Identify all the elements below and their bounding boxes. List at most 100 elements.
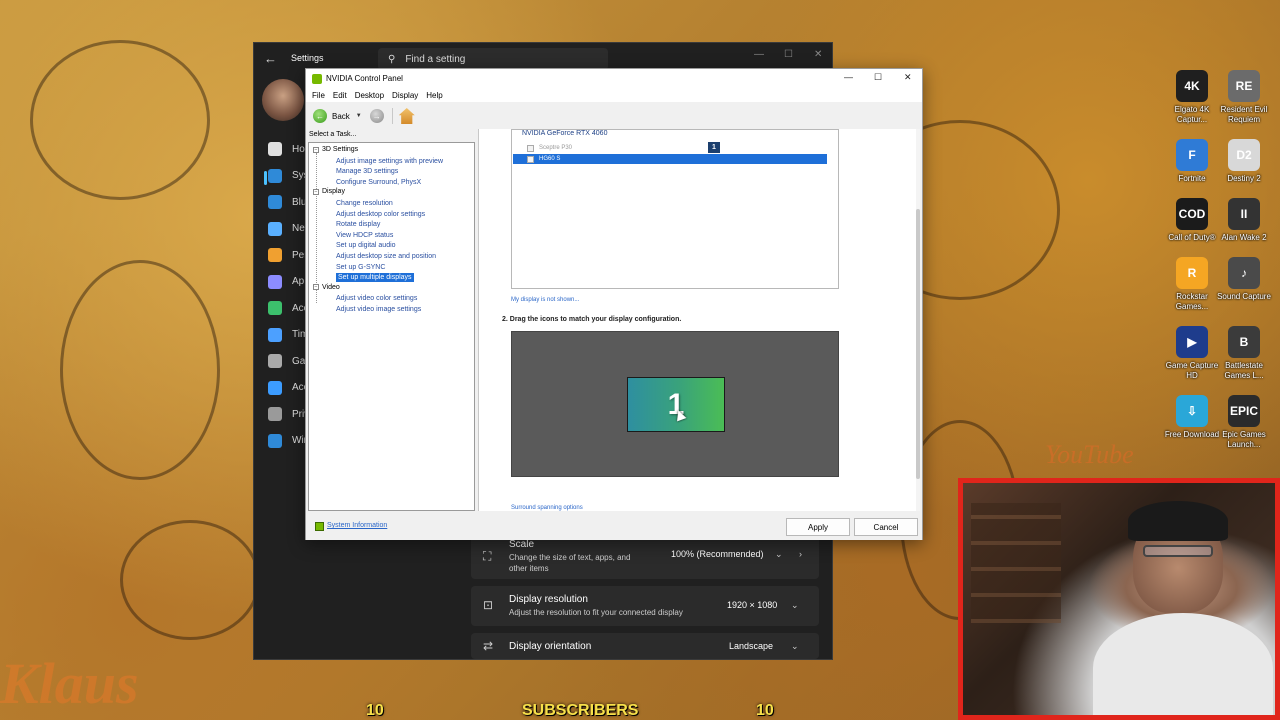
chevron-right-icon[interactable]: › [799,549,802,559]
desktop-icon-label: Free Download [1164,430,1220,439]
nav-icon [268,142,282,156]
system-information-link[interactable]: System Information [327,522,387,529]
desktop-icon[interactable]: EPIC Epic Games Launch... [1216,395,1272,450]
scrollbar-thumb[interactable] [916,209,920,479]
resolution-value[interactable]: 1920 × 1080 [727,600,777,610]
scale-row[interactable]: ⛶ Scale Change the size of text, apps, a… [471,535,819,579]
tree-task-link[interactable]: Set up multiple displays [336,273,414,283]
app-icon: ♪ [1228,257,1260,289]
cancel-button[interactable]: Cancel [854,518,918,536]
menu-help[interactable]: Help [426,91,442,100]
settings-nav-item[interactable]: Ho [268,139,305,159]
maximize-icon[interactable]: ☐ [784,49,793,60]
settings-nav-item[interactable]: Acc [268,298,309,318]
home-icon[interactable] [398,108,415,124]
tree-task-link[interactable]: Adjust video color settings [336,294,417,303]
maximize-icon[interactable]: ☐ [874,72,882,83]
back-arrow-icon[interactable]: ← [264,51,277,66]
display-number-badge: 1 [708,142,720,153]
tree-group-video[interactable]: − Video [313,284,340,291]
chevron-down-icon[interactable]: ⌄ [791,600,799,611]
settings-nav-item[interactable]: Tim [268,325,308,345]
tree-task-link[interactable]: Set up digital audio [336,241,396,250]
settings-nav-item[interactable]: Acc [268,378,309,398]
menu-file[interactable]: File [312,91,325,100]
apply-button[interactable]: Apply [786,518,850,536]
chevron-down-icon[interactable]: ⌄ [775,549,783,560]
tree-task-link[interactable]: Configure Surround, PhysX [336,178,421,187]
minimize-icon[interactable]: — [844,72,853,82]
nvidia-logo-icon [312,73,322,84]
nav-icon [268,407,282,421]
desktop-icon[interactable]: COD Call of Duty® [1164,198,1220,243]
desktop-icon[interactable]: B Battlestate Games L... [1216,326,1272,381]
back-button-label[interactable]: Back [332,112,350,121]
display-checkbox[interactable] [527,155,534,163]
desktop-icon[interactable]: ⇩ Free Download [1164,395,1220,450]
desktop-icon[interactable]: II Alan Wake 2 [1216,198,1272,243]
toolbar-divider [391,108,393,124]
back-dropdown-icon[interactable]: ▼ [356,113,362,119]
collapse-icon[interactable]: − [313,146,319,153]
forward-arrow-icon[interactable]: → [369,109,384,123]
settings-nav-item[interactable]: Per [268,245,308,265]
app-icon: ⇩ [1176,395,1208,427]
tree-task-link[interactable]: Set up G-SYNC [336,263,385,272]
settings-search-input[interactable]: ⚲ Find a setting [378,48,608,70]
nav-icon [268,327,282,342]
display-not-shown-link[interactable]: My display is not shown... [511,297,579,303]
desktop-icon[interactable]: ♪ Sound Capture [1216,257,1272,312]
minimize-icon[interactable]: — [754,49,764,60]
display-arrangement-area[interactable]: 1 [511,331,839,477]
menu-display[interactable]: Display [392,91,418,100]
settings-nav-item[interactable]: Sys [268,166,309,186]
settings-nav-item[interactable]: Gar [268,351,309,371]
settings-nav-item[interactable]: Wir [268,431,307,451]
nav-active-indicator [264,171,267,185]
subscriber-count-left: 10 [366,702,384,719]
close-icon[interactable]: ✕ [904,72,912,83]
collapse-icon[interactable]: − [313,188,319,195]
tree-group-label: Display [322,188,345,196]
tree-task-link[interactable]: Adjust desktop size and position [336,252,436,261]
settings-nav-item[interactable]: Blu [268,192,306,212]
desktop-icon[interactable]: 4K Elgato 4K Captur... [1164,70,1220,125]
tree-task-link[interactable]: Adjust video image settings [336,305,421,314]
display-orientation-row[interactable]: ⇄ Display orientation Landscape ⌄ [471,633,819,659]
settings-nav-item[interactable]: Net [268,219,308,239]
chevron-down-icon[interactable]: ⌄ [791,641,799,652]
desktop-icon[interactable]: F Fortnite [1164,139,1220,184]
settings-nav-item[interactable]: Ap [268,272,304,292]
orientation-value[interactable]: Landscape [729,641,773,651]
desktop-icon[interactable]: D2 Destiny 2 [1216,139,1272,184]
menu-edit[interactable]: Edit [333,91,347,100]
content-scrollbar[interactable] [916,129,920,511]
display-row-sceptre[interactable]: Sceptre P30 [513,143,827,153]
tree-task-link[interactable]: Change resolution [336,199,393,208]
display-checkbox[interactable] [527,144,534,152]
search-placeholder: Find a setting [405,53,466,65]
webcam-person-glasses [1143,545,1213,557]
tree-task-link[interactable]: Rotate display [336,220,380,229]
tree-group-display[interactable]: − Display [313,188,345,195]
avatar[interactable] [262,79,304,121]
scale-value[interactable]: 100% (Recommended) [671,549,764,559]
display-resolution-row[interactable]: ⊡ Display resolution Adjust the resoluti… [471,586,819,626]
settings-nav-item[interactable]: Priv [268,404,309,424]
collapse-icon[interactable]: − [313,284,319,291]
display-row-hg60s[interactable]: HG60 S [513,154,827,164]
tree-task-link[interactable]: Adjust desktop color settings [336,210,425,219]
desktop-icon[interactable]: R Rockstar Games... [1164,257,1220,312]
menu-desktop[interactable]: Desktop [355,91,384,100]
tree-group-3d-settings[interactable]: −3D Settings [313,146,358,153]
back-arrow-icon[interactable]: ← [313,109,327,123]
tree-task-link[interactable]: View HDCP status [336,231,393,240]
monitor-tile-1[interactable]: 1 [627,377,725,432]
desktop-icon[interactable]: RE Resident Evil Requiem [1216,70,1272,125]
surround-spanning-link[interactable]: Surround spanning options [511,505,583,511]
tree-task-link[interactable]: Manage 3D settings [336,167,398,176]
tree-task-link[interactable]: Adjust image settings with preview [336,157,443,166]
step2-heading: 2. Drag the icons to match your display … [502,316,682,323]
desktop-icon[interactable]: ▶ Game Capture HD [1164,326,1220,381]
close-icon[interactable]: ✕ [814,49,822,60]
